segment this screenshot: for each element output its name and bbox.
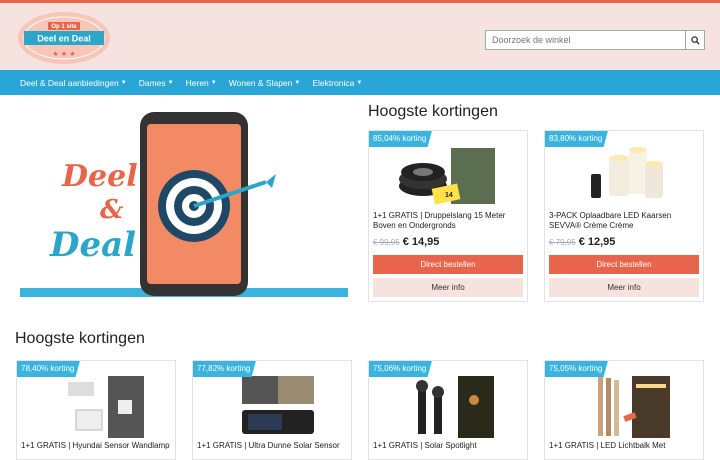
product-card[interactable]: 75,06% korting 1+1 GRATIS | Solar Spotli…	[368, 360, 528, 460]
caret-down-icon: ▼	[294, 79, 301, 86]
nav-label: Dames	[138, 77, 166, 88]
svg-text:14: 14	[445, 192, 453, 199]
search-icon	[690, 35, 700, 45]
old-price: € 99,95	[373, 238, 400, 247]
product-card[interactable]: 14 85,04% korting 1+1 GRATIS | Druppelsl…	[368, 130, 528, 302]
product-card[interactable]: 77,82% korting 1+1 GRATIS | Ultra Dunne …	[192, 360, 352, 460]
old-price: € 79,95	[549, 238, 576, 247]
svg-text:Deal: Deal	[49, 225, 136, 265]
svg-text:&: &	[100, 195, 124, 225]
section-title-top: Hoogste kortingen	[368, 103, 498, 120]
led-bar-image	[598, 376, 670, 438]
new-price: € 12,95	[578, 236, 616, 248]
product-image[interactable]	[545, 141, 703, 209]
more-info-button[interactable]: Meer info	[373, 278, 523, 297]
price-row: € 79,95 € 12,95	[549, 236, 615, 248]
product-card[interactable]: 75,05% korting 1+1 GRATIS | LED Lichtbal…	[544, 360, 704, 460]
product-image[interactable]	[369, 371, 527, 441]
search-box	[485, 30, 705, 50]
section-title-bottom: Hoogste kortingen	[15, 330, 145, 347]
main-nav: Deel & Deal aanbiedingen ▼ Dames ▼ Heren ▼ …	[0, 70, 720, 95]
product-image[interactable]: 14	[369, 141, 527, 209]
svg-text:Deel: Deel	[61, 159, 138, 194]
price-row: € 99,95 € 14,95	[373, 236, 439, 248]
nav-wonen-slapen[interactable]: Wonen & Slapen ▼	[229, 78, 301, 88]
spotlight-image	[416, 376, 494, 438]
hose-image: 14	[399, 148, 495, 205]
search-input[interactable]	[485, 30, 685, 50]
product-image[interactable]	[193, 371, 351, 441]
discount-badge: 83,80% korting	[545, 131, 625, 147]
product-card[interactable]: 83,80% korting 3-PACK Oplaadbare LED Kaa…	[544, 130, 704, 302]
order-button[interactable]: Direct bestellen	[373, 255, 523, 274]
new-price: € 14,95	[402, 236, 440, 248]
discount-badge: 78,40% korting	[17, 361, 97, 377]
wall-lamp-image	[68, 376, 144, 438]
product-title[interactable]: 1+1 GRATIS | Druppelslang 15 Meter Boven…	[373, 211, 523, 231]
site-header: Op 1 site Deel en Deal ★ ★ ★	[0, 3, 720, 70]
search-button[interactable]	[685, 30, 705, 50]
nav-label: Wonen & Slapen	[228, 77, 293, 88]
svg-text:★ ★ ★: ★ ★ ★	[52, 50, 75, 58]
product-image[interactable]	[545, 371, 703, 441]
more-info-button[interactable]: Meer info	[549, 278, 699, 297]
caret-down-icon: ▼	[120, 79, 127, 86]
nav-dames[interactable]: Dames ▼	[139, 78, 174, 88]
caret-down-icon: ▼	[167, 79, 174, 86]
hero-banner[interactable]: Deel & Deal	[20, 110, 350, 300]
svg-text:Deel en Deal: Deel en Deal	[37, 34, 91, 44]
caret-down-icon: ▼	[356, 79, 363, 86]
solar-lamp-image	[242, 376, 314, 434]
nav-label: Elektronica	[312, 77, 355, 88]
nav-label: Deel & Deal aanbiedingen	[20, 77, 119, 88]
discount-badge: 75,05% korting	[545, 361, 625, 377]
product-card[interactable]: 78,40% korting 1+1 GRATIS | Hyundai Sens…	[16, 360, 176, 460]
site-logo[interactable]: Op 1 site Deel en Deal ★ ★ ★	[14, 9, 114, 67]
svg-text:Op 1 site: Op 1 site	[51, 24, 77, 30]
nav-elektronica[interactable]: Elektronica ▼	[312, 78, 362, 88]
nav-deel-deal-aanbiedingen[interactable]: Deel & Deal aanbiedingen ▼	[20, 78, 127, 88]
caret-down-icon: ▼	[210, 79, 217, 86]
product-image[interactable]	[17, 371, 175, 441]
discount-badge: 77,82% korting	[193, 361, 273, 377]
product-title[interactable]: 3-PACK Oplaadbare LED Kaarsen SEVVA® Crè…	[549, 211, 699, 231]
nav-heren[interactable]: Heren ▼	[186, 78, 217, 88]
discount-badge: 75,06% korting	[369, 361, 449, 377]
candles-image	[591, 147, 663, 198]
discount-badge: 85,04% korting	[369, 131, 449, 147]
order-button[interactable]: Direct bestellen	[549, 255, 699, 274]
nav-label: Heren	[185, 77, 209, 88]
